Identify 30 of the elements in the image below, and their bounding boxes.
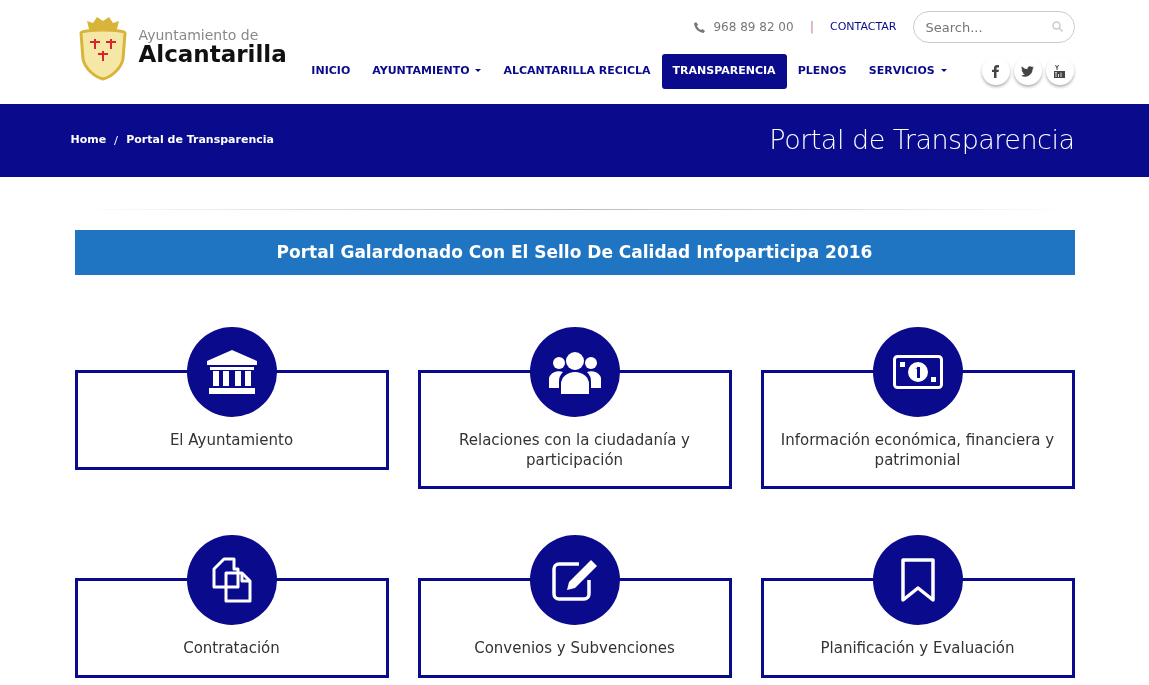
phone-number: 968 89 82 00 — [713, 19, 794, 36]
facebook-icon — [992, 64, 999, 78]
search-icon — [1051, 21, 1063, 32]
breadcrumb-link[interactable]: Portal de Transparencia — [126, 132, 274, 149]
nav-link[interactable]: PLENOS — [786, 54, 858, 89]
bookmark-icon — [900, 558, 935, 602]
social-button[interactable] — [1045, 57, 1074, 86]
separator: | — [809, 18, 814, 37]
logo-subtitle: Ayuntamiento de — [138, 28, 259, 43]
breadcrumb-link[interactable]: Home — [70, 132, 107, 149]
phone-icon — [694, 21, 706, 33]
award-banner: Portal Galardonado Con El Sello De Calidad Infoparticipa 2016 — [74, 230, 1075, 275]
nav-link[interactable]: ALCANTARILLA RECICLA — [492, 54, 662, 89]
people-icon — [548, 350, 601, 394]
breadcrumb-separator-icon — [114, 136, 119, 145]
social-button[interactable] — [1013, 57, 1042, 86]
nav-link[interactable]: INICIO — [300, 54, 362, 89]
social-button[interactable] — [981, 57, 1010, 86]
twitter-icon — [1021, 65, 1034, 77]
youtube-icon — [1054, 64, 1065, 78]
building-icon — [206, 350, 257, 394]
logo-title: Alcantarilla — [138, 42, 287, 68]
nav-link[interactable]: AYUNTAMIENTO — [361, 54, 493, 89]
contact-link[interactable]: CONTACTAR — [830, 18, 897, 36]
nav-link[interactable]: SERVICIOS — [857, 54, 958, 89]
page-title: Portal de Transparencia — [769, 124, 1075, 157]
nav-link[interactable]: TRANSPARENCIA — [661, 54, 787, 89]
search-field[interactable]: Search... — [912, 11, 1075, 43]
banknote-icon — [892, 355, 943, 389]
edit-icon — [550, 558, 599, 602]
